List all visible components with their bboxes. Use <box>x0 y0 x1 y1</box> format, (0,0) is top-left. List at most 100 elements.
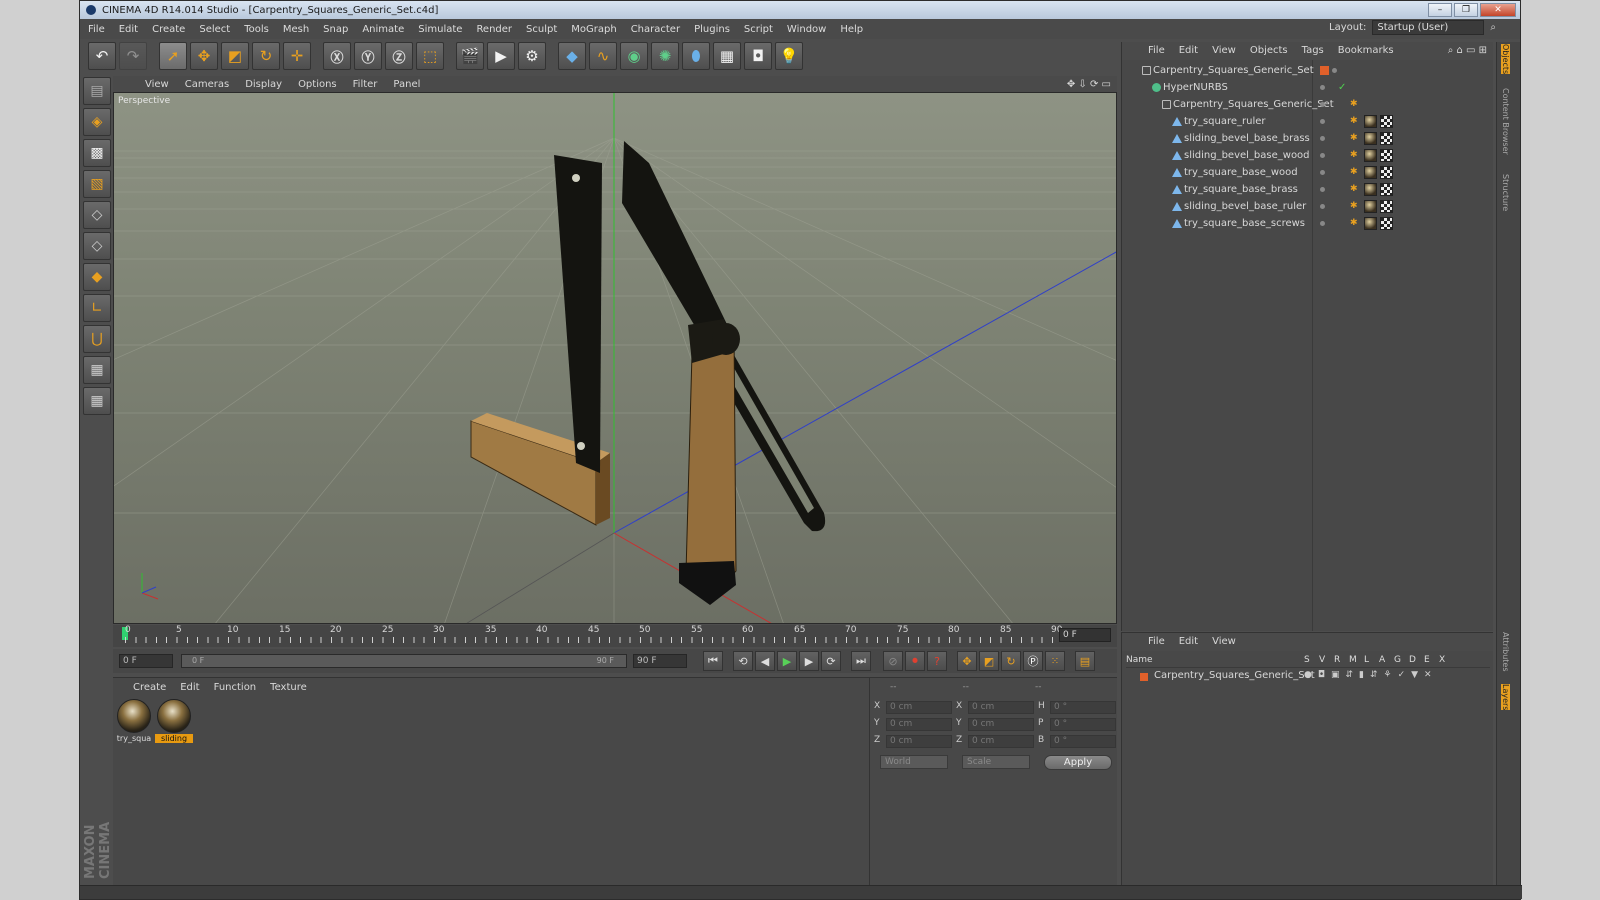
column-visible[interactable]: V <box>1319 655 1325 665</box>
start-frame-field[interactable]: 0 F <box>119 654 173 668</box>
visibility-dot[interactable] <box>1320 153 1325 158</box>
scale-tool-icon[interactable]: ◩ <box>221 42 249 70</box>
cube-primitive-icon[interactable]: ◆ <box>558 42 586 70</box>
uvw-tag-icon[interactable] <box>1380 166 1393 179</box>
column-solo[interactable]: S <box>1304 655 1310 665</box>
go-to-end-icon[interactable]: ⏭ <box>851 651 871 671</box>
restore-button[interactable]: ❐ <box>1454 3 1478 17</box>
material-menu-edit[interactable]: Edit <box>180 682 199 694</box>
axis-mode-icon[interactable]: ∟ <box>83 294 111 322</box>
y-axis-lock-icon[interactable]: Ⓨ <box>354 42 382 70</box>
menu-file[interactable]: File <box>88 24 105 35</box>
menu-animate[interactable]: Animate <box>362 24 404 35</box>
uvw-tag-icon[interactable] <box>1380 132 1393 145</box>
uvw-tag-icon[interactable] <box>1380 149 1393 162</box>
layout-dropdown[interactable]: Startup (User) <box>1372 20 1485 35</box>
column-generators[interactable]: G <box>1394 655 1401 665</box>
menu-sculpt[interactable]: Sculpt <box>526 24 557 35</box>
menu-mesh[interactable]: Mesh <box>283 24 309 35</box>
rotation-p-field[interactable]: 0 ° <box>1050 718 1116 731</box>
autokey-icon[interactable]: ? <box>927 651 947 671</box>
z-axis-lock-icon[interactable]: Ⓩ <box>385 42 413 70</box>
apply-button[interactable]: Apply <box>1044 755 1112 770</box>
search-icon[interactable]: ⌕ <box>1490 22 1496 33</box>
close-button[interactable]: ✕ <box>1480 3 1516 17</box>
visibility-dot[interactable] <box>1320 170 1325 175</box>
timeline-window-icon[interactable]: ▤ <box>1075 651 1095 671</box>
position-x-field[interactable]: 0 cm <box>886 701 952 714</box>
play-icon[interactable]: ▶ <box>777 651 797 671</box>
material-tag-icon[interactable] <box>1364 183 1377 196</box>
size-x-field[interactable]: 0 cm <box>968 701 1034 714</box>
points-mode-icon[interactable]: ◇ <box>83 201 111 229</box>
menu-mograph[interactable]: MoGraph <box>571 24 616 35</box>
array-icon[interactable]: ✺ <box>651 42 679 70</box>
locked-workplane-icon[interactable]: ▦ <box>83 387 111 415</box>
column-animation[interactable]: A <box>1379 655 1385 665</box>
object-menu-file[interactable]: File <box>1148 45 1165 60</box>
layer-menu-file[interactable]: File <box>1148 636 1165 651</box>
tree-item[interactable]: try_square_base_screws ✱ <box>1122 215 1494 232</box>
material-tag-icon[interactable] <box>1364 166 1377 179</box>
viewport-menu-cameras[interactable]: Cameras <box>185 79 229 90</box>
viewport-menu-filter[interactable]: Filter <box>353 79 378 90</box>
camera-icon[interactable]: ◘ <box>744 42 772 70</box>
material-menu-create[interactable]: Create <box>133 682 166 694</box>
tree-item[interactable]: try_square_base_wood ✱ <box>1122 164 1494 181</box>
record-active-icon[interactable]: ⏺ <box>905 651 925 671</box>
enabled-check-icon[interactable]: ✓ <box>1338 79 1346 96</box>
column-render[interactable]: R <box>1334 655 1340 665</box>
uvw-tag-icon[interactable] <box>1380 115 1393 128</box>
x-axis-lock-icon[interactable]: Ⓧ <box>323 42 351 70</box>
layer-row[interactable]: Carpentry_Squares_Generic_Set ●◘▣⇵▮⇵⚘✓▼✕ <box>1126 670 1490 684</box>
column-expressions[interactable]: E <box>1424 655 1430 665</box>
column-xref[interactable]: X <box>1439 655 1445 665</box>
next-frame-icon[interactable]: ▶ <box>799 651 819 671</box>
visibility-dot[interactable] <box>1320 204 1325 209</box>
viewport-menu-display[interactable]: Display <box>245 79 282 90</box>
material-menu-texture[interactable]: Texture <box>270 682 307 694</box>
visibility-dot[interactable] <box>1320 102 1325 107</box>
column-deformers[interactable]: D <box>1409 655 1416 665</box>
tree-item[interactable]: Carpentry_Squares_Generic_Set <box>1122 62 1494 79</box>
layer-menu-view[interactable]: View <box>1212 636 1236 651</box>
column-locked[interactable]: L <box>1364 655 1369 665</box>
menu-help[interactable]: Help <box>840 24 863 35</box>
edges-mode-icon[interactable]: ◇ <box>83 232 111 260</box>
undo-icon[interactable]: ↶ <box>88 42 116 70</box>
material-try-square[interactable]: try_squa <box>115 699 153 743</box>
tab-structure[interactable]: Structure <box>1501 174 1510 211</box>
uvw-tag-icon[interactable] <box>1380 200 1393 213</box>
key-position-icon[interactable]: ✥ <box>957 651 977 671</box>
tree-item[interactable]: sliding_bevel_base_ruler ✱ <box>1122 198 1494 215</box>
previous-frame-icon[interactable]: ◀ <box>755 651 775 671</box>
layer-toggles[interactable]: ●◘▣⇵▮⇵⚘✓▼✕ <box>1304 670 1438 680</box>
menu-simulate[interactable]: Simulate <box>418 24 462 35</box>
end-frame-field[interactable]: 90 F <box>633 654 687 668</box>
menu-window[interactable]: Window <box>787 24 826 35</box>
go-to-previous-key-icon[interactable]: ⟲ <box>733 651 753 671</box>
move-tool-icon[interactable]: ✥ <box>190 42 218 70</box>
menu-snap[interactable]: Snap <box>323 24 348 35</box>
visibility-dot[interactable] <box>1320 85 1325 90</box>
tree-item[interactable]: try_square_base_brass ✱ <box>1122 181 1494 198</box>
key-parameter-icon[interactable]: Ⓟ <box>1023 651 1043 671</box>
polygons-mode-icon[interactable]: ◆ <box>83 263 111 291</box>
layer-menu-edit[interactable]: Edit <box>1179 636 1198 651</box>
render-view-icon[interactable]: 🎬 <box>456 42 484 70</box>
render-settings-icon[interactable]: ⚙ <box>518 42 546 70</box>
visibility-dot[interactable] <box>1320 187 1325 192</box>
perspective-viewport[interactable]: Perspective <box>113 92 1117 624</box>
rotate-tool-icon[interactable]: ↻ <box>252 42 280 70</box>
material-sliding[interactable]: sliding <box>155 699 193 743</box>
magnet-icon[interactable]: ⋃ <box>83 325 111 353</box>
menu-select[interactable]: Select <box>199 24 230 35</box>
tree-item[interactable]: Carpentry_Squares_Generic_Set ✱ <box>1122 96 1494 113</box>
tree-item[interactable]: sliding_bevel_base_brass ✱ <box>1122 130 1494 147</box>
model-mode-icon[interactable]: ◈ <box>83 108 111 136</box>
column-manager[interactable]: M <box>1349 655 1357 665</box>
visibility-dot[interactable] <box>1320 221 1325 226</box>
menu-tools[interactable]: Tools <box>244 24 269 35</box>
material-menu-function[interactable]: Function <box>214 682 257 694</box>
material-tag-icon[interactable] <box>1364 149 1377 162</box>
